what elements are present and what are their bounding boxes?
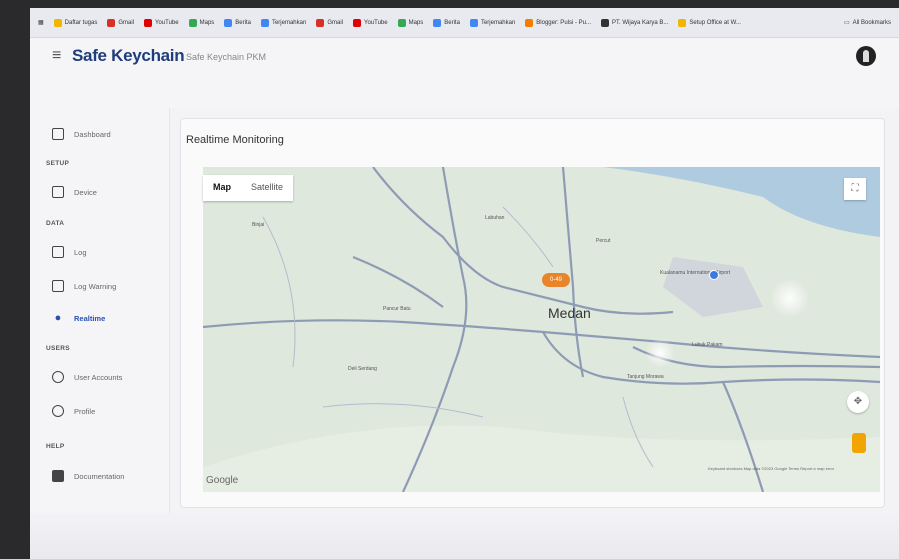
bookmark-item[interactable]: PT. Wijaya Karya B... [601, 18, 668, 27]
sidebar: Dashboard SETUP Device DATA Log Log Warn… [30, 108, 170, 559]
bookmarks-bar: ▦ Daftar tugas Gmail YouTube Maps Berita… [30, 8, 899, 38]
sidebar-item-realtime[interactable]: ● Realtime [52, 312, 106, 324]
map-label: Kualanamu International Airport [660, 270, 731, 276]
street-view-pegman-icon[interactable] [852, 433, 866, 453]
map-type-toggle: Map Satellite [203, 175, 294, 201]
log-warning-icon [52, 280, 64, 292]
profile-icon [52, 405, 64, 417]
card-title: Realtime Monitoring [186, 134, 284, 146]
map-label: Percut [596, 238, 611, 244]
page-footer-area [30, 513, 899, 559]
city-label: Medan [548, 305, 591, 321]
device-location-marker[interactable]: 0-49 [542, 273, 570, 287]
youtube-icon [353, 18, 361, 27]
translate-icon [260, 18, 269, 27]
log-icon [52, 246, 64, 258]
news-icon [433, 18, 442, 27]
translate-icon [469, 18, 478, 27]
site-icon [601, 18, 609, 27]
map-tab-satellite[interactable]: Satellite [241, 175, 293, 201]
bookmark-item[interactable]: Setup Office at W... [678, 18, 741, 27]
user-accounts-icon [52, 371, 64, 383]
map-label: Labuhan [485, 215, 505, 221]
avatar[interactable] [856, 46, 876, 66]
menu-icon[interactable]: ≡ [52, 47, 61, 65]
screen-glare [770, 278, 810, 318]
sidebar-section-help: HELP [46, 443, 65, 450]
bookmark-item[interactable]: Maps [188, 18, 214, 27]
app-brand[interactable]: Safe Keychain [72, 46, 185, 66]
google-logo: Google [206, 475, 239, 486]
map-view[interactable] [203, 167, 880, 492]
location-pin-icon: ● [54, 312, 62, 324]
maps-icon [397, 18, 406, 27]
blogger-icon [525, 18, 534, 27]
dashboard-icon [52, 128, 64, 140]
screen: ▦ Daftar tugas Gmail YouTube Maps Berita… [30, 8, 899, 559]
news-icon [224, 18, 233, 27]
bookmark-item[interactable]: Terjemahkan [260, 18, 306, 27]
bookmarks-folder[interactable]: ▭ All Bookmarks [843, 19, 891, 27]
fullscreen-button[interactable]: ⛶ [844, 178, 866, 200]
bookmark-item[interactable]: Maps [397, 18, 423, 27]
sidebar-item-device[interactable]: Device [52, 186, 97, 198]
bookmark-item[interactable]: Gmail [107, 18, 134, 27]
map-label: Deli Serdang [348, 366, 377, 372]
bookmark-item[interactable]: Terjemahkan [469, 18, 515, 27]
airport-pin-icon[interactable] [709, 270, 719, 280]
map-label: Pancur Batu [383, 306, 411, 312]
camera-control-button[interactable]: ✥ [847, 391, 869, 413]
sidebar-item-dashboard[interactable]: Dashboard [52, 128, 111, 140]
map-attribution[interactable]: Keyboard shortcuts Map data ©2023 Google… [708, 466, 834, 471]
bookmark-item[interactable]: Berita [224, 18, 251, 27]
maps-icon [188, 18, 197, 27]
sidebar-item-profile[interactable]: Profile [52, 405, 95, 417]
map-tab-map[interactable]: Map [203, 175, 241, 201]
folder-icon: ▭ [843, 20, 850, 26]
bookmark-item[interactable]: Daftar tugas [53, 18, 97, 27]
sidebar-item-documentation[interactable]: Documentation [52, 470, 124, 482]
map-canvas [203, 167, 880, 492]
bookmark-item[interactable]: YouTube [144, 18, 179, 27]
sidebar-section-data: DATA [46, 220, 65, 227]
apps-icon[interactable]: ▦ [38, 19, 44, 26]
map-label: Tanjung Morawa [627, 374, 664, 380]
sidebar-item-log-warning[interactable]: Log Warning [52, 280, 116, 292]
page-subtitle: Safe Keychain PKM [186, 52, 267, 62]
documentation-icon [52, 470, 64, 482]
checklist-icon [53, 18, 62, 27]
sidebar-item-log[interactable]: Log [52, 246, 87, 258]
bookmark-item[interactable]: Gmail [316, 18, 343, 27]
office-icon [678, 18, 687, 27]
gmail-icon [107, 18, 116, 27]
screen-glare [645, 338, 675, 368]
gmail-icon [316, 18, 325, 27]
youtube-icon [144, 18, 153, 27]
bookmark-item[interactable]: Blogger: Pulsi - Pu... [525, 18, 591, 27]
sidebar-section-setup: SETUP [46, 160, 70, 167]
bookmark-item[interactable]: YouTube [353, 18, 388, 27]
sidebar-section-users: USERS [46, 345, 70, 352]
map-label: Lubuk Pakam [692, 342, 723, 348]
map-label: Binjai [252, 222, 265, 228]
sidebar-item-user-accounts[interactable]: User Accounts [52, 371, 122, 383]
bookmark-item[interactable]: Berita [433, 18, 460, 27]
device-icon [52, 186, 64, 198]
